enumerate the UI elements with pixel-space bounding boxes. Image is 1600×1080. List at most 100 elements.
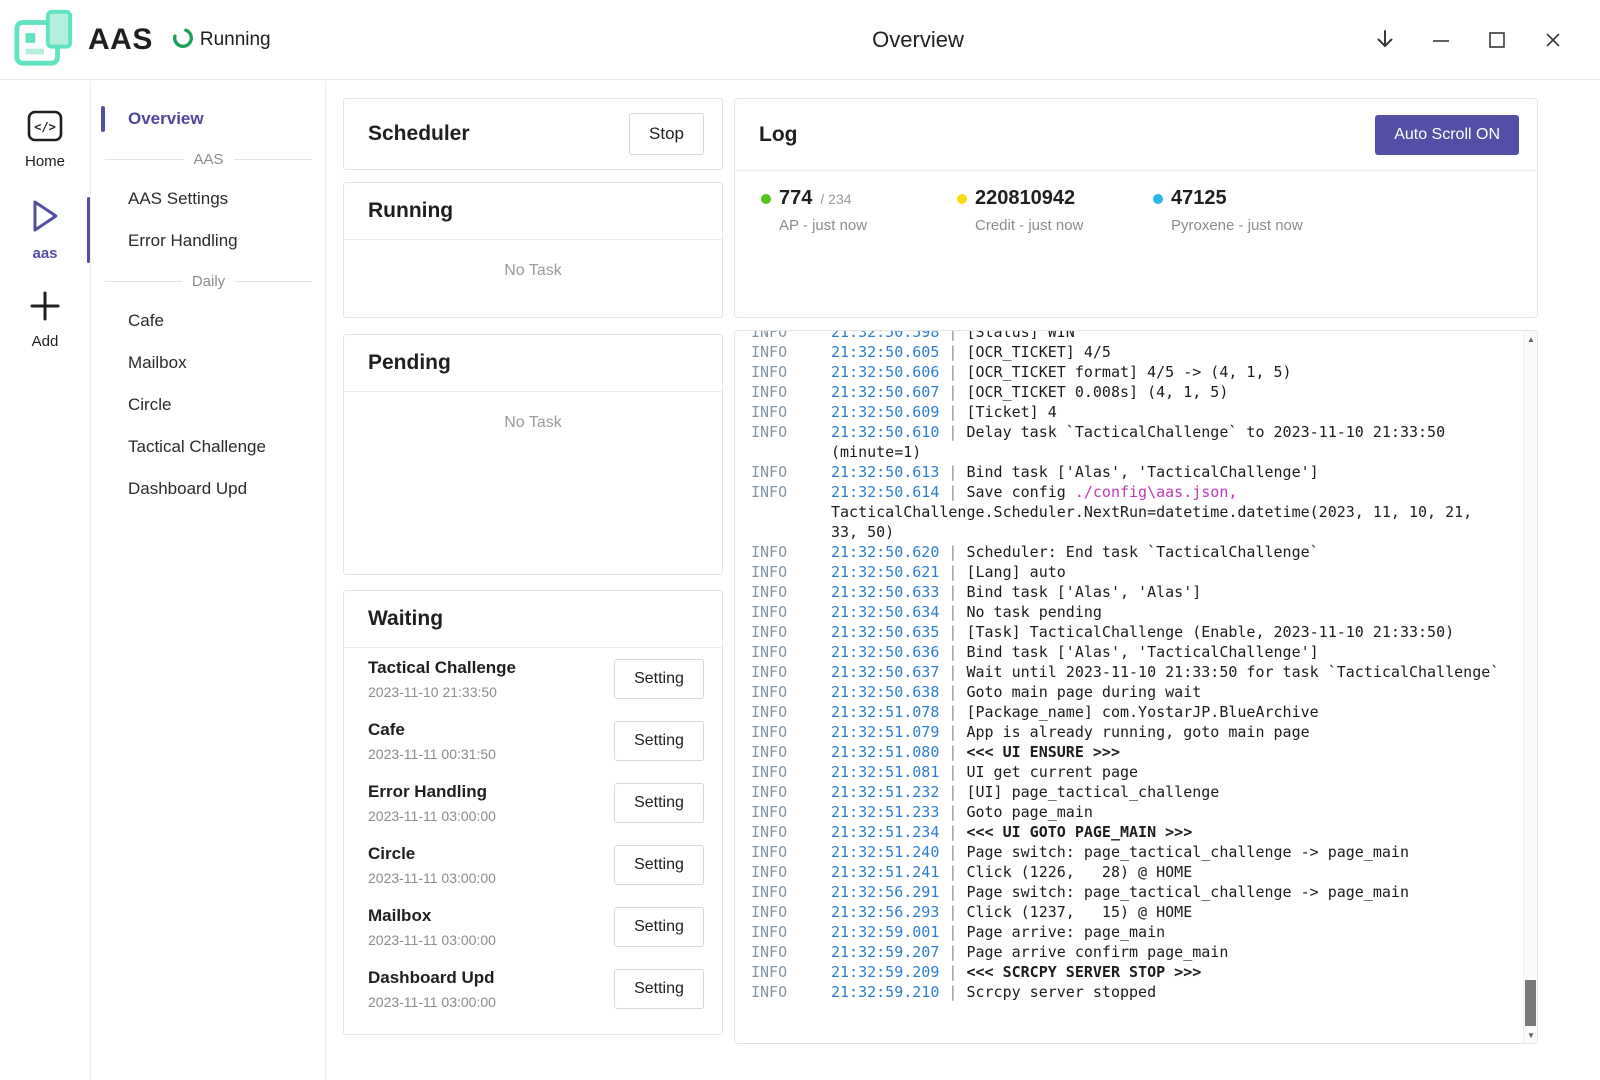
setting-button[interactable]: Setting xyxy=(614,783,704,823)
running-empty-text: No Task xyxy=(344,240,722,280)
setting-button[interactable]: Setting xyxy=(614,969,704,1009)
rail-item-label: Add xyxy=(32,333,59,350)
waiting-card: Waiting Tactical Challenge2023-11-10 21:… xyxy=(343,590,723,1035)
log-line: INFO21:32:50.609 | [Ticket] 4 xyxy=(751,402,1517,422)
log-line: INFO21:32:51.080 | <<< UI ENSURE >>> xyxy=(751,742,1517,762)
log-message: 21:32:59.210 | Scrcpy server stopped xyxy=(831,982,1517,1002)
log-separator: | xyxy=(939,763,966,781)
log-scrollbar[interactable]: ▲ ▼ xyxy=(1523,331,1537,1043)
log-timestamp: 21:32:50.633 xyxy=(831,583,939,601)
waiting-task-name: Circle xyxy=(368,844,496,864)
log-separator: | xyxy=(939,723,966,741)
log-message: 21:32:50.598 | [Status] WIN xyxy=(831,331,1517,342)
menu-item-mailbox[interactable]: Mailbox xyxy=(92,342,325,384)
log-line: INFO21:32:50.635 | [Task] TacticalChalle… xyxy=(751,622,1517,642)
log-level: INFO xyxy=(751,942,831,962)
setting-button[interactable]: Setting xyxy=(614,721,704,761)
log-message: 21:32:50.621 | [Lang] auto xyxy=(831,562,1517,582)
log-line: INFO21:32:51.078 | [Package_name] com.Yo… xyxy=(751,702,1517,722)
menu-item-label: Circle xyxy=(128,395,171,415)
log-level: INFO xyxy=(751,682,831,702)
log-line: INFO21:32:50.637 | Wait until 2023-11-10… xyxy=(751,662,1517,682)
stat-label: Pyroxene - just now xyxy=(1171,217,1349,234)
menu-group-label: Daily xyxy=(192,273,225,290)
log-text-segment: [Status] WIN xyxy=(966,331,1074,341)
waiting-task-name: Tactical Challenge xyxy=(368,658,516,678)
log-timestamp: 21:32:50.638 xyxy=(831,683,939,701)
menu-item-aas-settings[interactable]: AAS Settings xyxy=(92,178,325,220)
log-separator: | xyxy=(939,963,966,981)
log-level: INFO xyxy=(751,922,831,942)
minimize-icon[interactable] xyxy=(1428,27,1454,53)
menu-item-tactical-challenge[interactable]: Tactical Challenge xyxy=(92,426,325,468)
log-text-segment: Goto page_main xyxy=(966,803,1092,821)
log-text-segment: Bind task ['Alas', 'TacticalChallenge'] xyxy=(966,643,1318,661)
log-level: INFO xyxy=(751,482,831,542)
log-text-segment: UI get current page xyxy=(966,763,1138,781)
log-timestamp: 21:32:50.610 xyxy=(831,423,939,441)
menu-item-overview[interactable]: Overview xyxy=(92,98,325,140)
log-level: INFO xyxy=(751,562,831,582)
log-message: 21:32:50.613 | Bind task ['Alas', 'Tacti… xyxy=(831,462,1517,482)
log-separator: | xyxy=(939,743,966,761)
log-message: 21:32:50.633 | Bind task ['Alas', 'Alas'… xyxy=(831,582,1517,602)
log-message: 21:32:51.232 | [UI] page_tactical_challe… xyxy=(831,782,1517,802)
log-text-segment: Scrcpy server stopped xyxy=(966,983,1156,1001)
scrollbar-thumb[interactable] xyxy=(1525,980,1536,1026)
setting-button[interactable]: Setting xyxy=(614,845,704,885)
log-message: 21:32:50.607 | [OCR_TICKET 0.008s] (4, 1… xyxy=(831,382,1517,402)
log-separator: | xyxy=(939,603,966,621)
log-text-segment: [Package_name] com.YostarJP.BlueArchive xyxy=(966,703,1318,721)
log-text-segment: [Task] TacticalChallenge (Enable, 2023-1… xyxy=(966,623,1454,641)
log-level: INFO xyxy=(751,822,831,842)
log-text-segment: Page switch: page_tactical_challenge -> … xyxy=(966,883,1409,901)
auto-scroll-button[interactable]: Auto Scroll ON xyxy=(1375,115,1519,155)
waiting-task-next-run: 2023-11-11 03:00:00 xyxy=(368,994,496,1010)
stop-button[interactable]: Stop xyxy=(629,113,704,155)
log-line: INFO21:32:50.634 | No task pending xyxy=(751,602,1517,622)
log-line: INFO21:32:56.291 | Page switch: page_tac… xyxy=(751,882,1517,902)
log-message: 21:32:59.001 | Page arrive: page_main xyxy=(831,922,1517,942)
close-icon[interactable] xyxy=(1540,27,1566,53)
log-level: INFO xyxy=(751,882,831,902)
menu-item-label: Mailbox xyxy=(128,353,187,373)
menu-item-dashboard-upd[interactable]: Dashboard Upd xyxy=(92,468,325,510)
log-separator: | xyxy=(939,663,966,681)
menu-item-cafe[interactable]: Cafe xyxy=(92,300,325,342)
waiting-task-next-run: 2023-11-10 21:33:50 xyxy=(368,684,516,700)
log-text-segment: <<< SCRCPY SERVER STOP >>> xyxy=(966,963,1201,981)
scheduler-card: Scheduler Stop xyxy=(343,98,723,170)
log-text-segment: [UI] page_tactical_challenge xyxy=(966,783,1219,801)
menu-item-circle[interactable]: Circle xyxy=(92,384,325,426)
menu-item-error-handling[interactable]: Error Handling xyxy=(92,220,325,262)
scrollbar-up-icon[interactable]: ▲ xyxy=(1524,331,1538,347)
log-timestamp: 21:32:50.636 xyxy=(831,643,939,661)
stat-label: AP - just now xyxy=(779,217,957,234)
log-line: INFO21:32:50.621 | [Lang] auto xyxy=(751,562,1517,582)
waiting-task-info: Mailbox2023-11-11 03:00:00 xyxy=(368,906,496,948)
rail-item-add[interactable]: Add xyxy=(0,281,90,359)
log-scroll-region[interactable]: INFO21:32:50.598 | [Status] WININFO21:32… xyxy=(735,331,1523,1043)
rail-item-aas[interactable]: aas xyxy=(0,189,90,271)
scrollbar-down-icon[interactable]: ▼ xyxy=(1524,1027,1538,1043)
maximize-icon[interactable] xyxy=(1484,27,1510,53)
waiting-task-next-run: 2023-11-11 03:00:00 xyxy=(368,870,496,886)
stat-dot-icon xyxy=(761,194,771,204)
log-line: INFO21:32:50.636 | Bind task ['Alas', 'T… xyxy=(751,642,1517,662)
log-timestamp: 21:32:59.210 xyxy=(831,983,939,1001)
log-timestamp: 21:32:59.207 xyxy=(831,943,939,961)
log-message: 21:32:56.291 | Page switch: page_tactica… xyxy=(831,882,1517,902)
log-message: 21:32:50.605 | [OCR_TICKET] 4/5 xyxy=(831,342,1517,362)
waiting-task-list: Tactical Challenge 2023-11-10 21:33:50 Set… xyxy=(344,648,722,1020)
log-line: INFO21:32:50.613 | Bind task ['Alas', 'T… xyxy=(751,462,1517,482)
waiting-task-name: Cafe xyxy=(368,720,496,740)
log-timestamp: 21:32:51.232 xyxy=(831,783,939,801)
update-download-icon[interactable] xyxy=(1372,27,1398,53)
log-line: INFO21:32:50.606 | [OCR_TICKET format] 4… xyxy=(751,362,1517,382)
log-timestamp: 21:32:59.001 xyxy=(831,923,939,941)
rail-item-home[interactable]: </> Home xyxy=(0,101,90,179)
setting-button[interactable]: Setting xyxy=(614,659,704,699)
side-menu: OverviewAASAAS SettingsError HandlingDai… xyxy=(92,81,326,1080)
setting-button[interactable]: Setting xyxy=(614,907,704,947)
waiting-task-row: Tactical Challenge 2023-11-10 21:33:50 Set… xyxy=(344,648,722,710)
